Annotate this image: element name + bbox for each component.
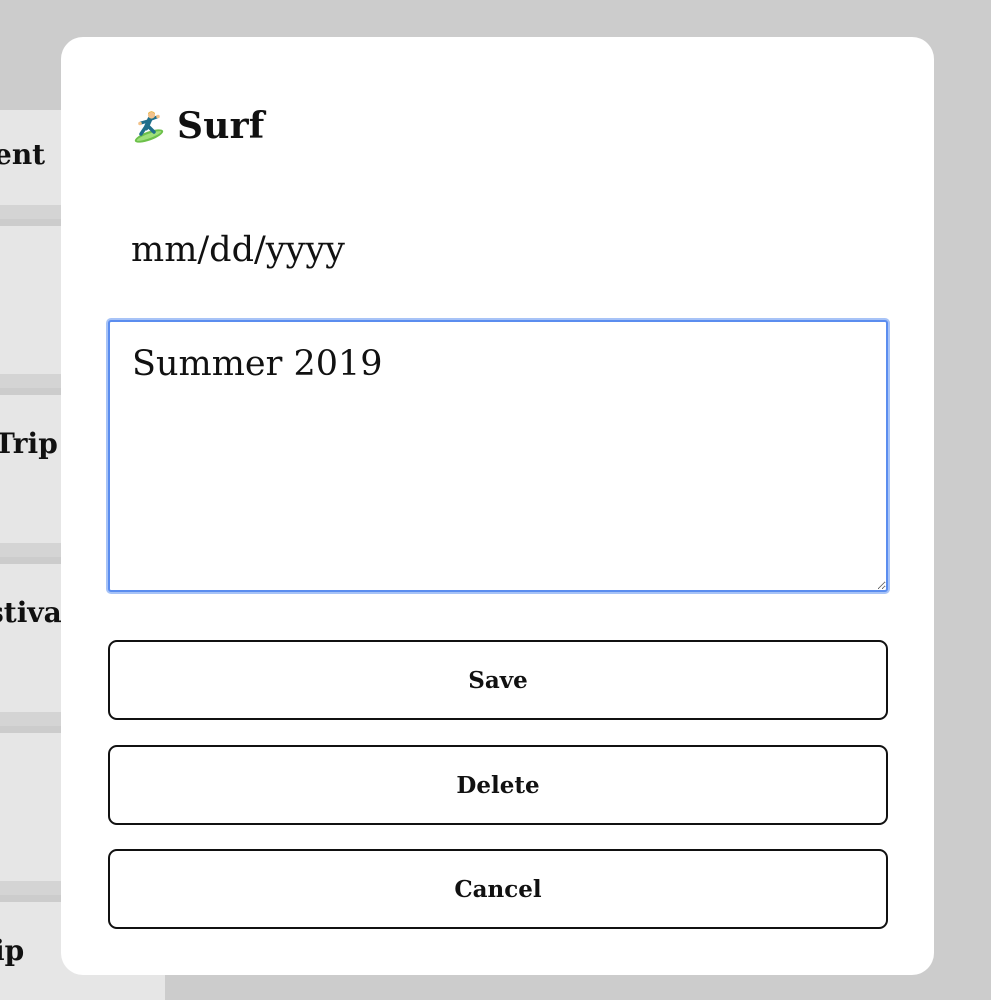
list-item-label: Trip [0, 427, 58, 460]
notes-textarea[interactable]: Summer 2019 [108, 320, 888, 592]
save-button[interactable]: Save [108, 640, 888, 720]
surfer-icon [131, 108, 167, 144]
edit-event-modal: Surf Summer 2019 Save Delete Cancel [61, 37, 934, 975]
modal-title: Surf [177, 105, 265, 147]
list-item-label: ip [0, 934, 25, 967]
date-field[interactable] [131, 225, 631, 275]
delete-button[interactable]: Delete [108, 745, 888, 825]
list-item-label: ent [0, 138, 46, 171]
modal-header: Surf [131, 105, 264, 147]
cancel-button[interactable]: Cancel [108, 849, 888, 929]
